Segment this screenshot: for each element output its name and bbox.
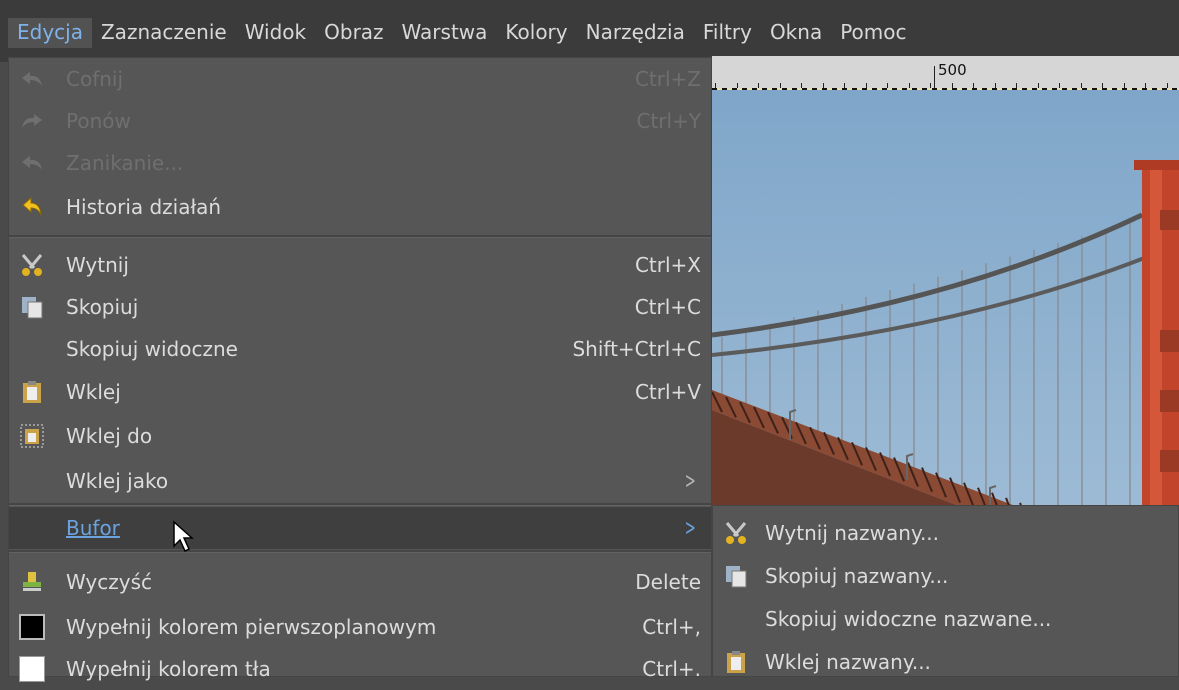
- menu-narzedzia[interactable]: Narzędzia: [577, 18, 694, 48]
- submenu-item-copy-visible-named[interactable]: Skopiuj widoczne nazwane...: [713, 598, 1178, 640]
- menu-item-clear[interactable]: Wyczyść Delete: [9, 561, 711, 603]
- menu-separator: [9, 550, 711, 553]
- menu-item-label: Wypełnij kolorem tła: [66, 657, 271, 681]
- foreground-color-swatch: [19, 614, 45, 640]
- menu-item-label: Wklej do: [66, 424, 153, 448]
- menu-item-label: Historia działań: [66, 195, 222, 219]
- menu-edycja[interactable]: Edycja: [8, 18, 92, 48]
- menu-item-label: Wytnij nazwany...: [765, 521, 940, 545]
- menu-item-label: Wytnij: [66, 253, 129, 277]
- redo-icon: [19, 108, 45, 134]
- submenu-arrow-icon: >: [684, 515, 696, 541]
- menu-item-shortcut: Ctrl+X: [634, 253, 701, 277]
- scissors-icon: [19, 252, 45, 278]
- menu-warstwa[interactable]: Warstwa: [393, 18, 497, 48]
- menu-item-fade[interactable]: Zanikanie...: [9, 142, 711, 184]
- menu-separator: [9, 503, 711, 506]
- menu-zaznaczenie[interactable]: Zaznaczenie: [92, 18, 236, 48]
- menu-item-shortcut: Ctrl+,: [642, 615, 701, 639]
- menu-item-shortcut: Ctrl+V: [634, 380, 701, 404]
- menu-item-label: Bufor: [66, 516, 120, 540]
- menu-item-shortcut: Ctrl+Z: [634, 67, 701, 91]
- menu-item-label: Skopiuj: [66, 295, 139, 319]
- menu-item-label: Skopiuj widoczne nazwane...: [765, 607, 1052, 631]
- menu-separator: [9, 235, 711, 238]
- menu-item-label: Skopiuj nazwany...: [765, 564, 949, 588]
- submenu-item-copy-named[interactable]: Skopiuj nazwany...: [713, 555, 1178, 597]
- menu-item-label: Wklej nazwany...: [765, 650, 931, 674]
- menu-item-shortcut: Ctrl+C: [634, 295, 701, 319]
- menu-item-cut[interactable]: Wytnij Ctrl+X: [9, 244, 711, 286]
- copy-icon: [19, 294, 45, 320]
- undo-icon: [19, 66, 45, 92]
- menu-obraz[interactable]: Obraz: [315, 18, 392, 48]
- menubar: Edycja Zaznaczenie Widok Obraz Warstwa K…: [0, 0, 1179, 62]
- menu-item-paste-as[interactable]: Wklej jako >: [9, 460, 711, 502]
- buffer-submenu: Wytnij nazwany... Skopiuj nazwany... Sko…: [712, 505, 1179, 677]
- menu-pomoc[interactable]: Pomoc: [831, 18, 915, 48]
- scissors-icon: [723, 520, 749, 546]
- edit-menu: Cofnij Ctrl+Z Ponów Ctrl+Y Zanikanie... …: [8, 57, 712, 682]
- submenu-item-cut-named[interactable]: Wytnij nazwany...: [713, 512, 1178, 554]
- menu-item-fill-bg[interactable]: Wypełnij kolorem tła Ctrl+.: [9, 648, 711, 690]
- fade-icon: [19, 150, 45, 176]
- horizontal-ruler[interactable]: 500: [712, 56, 1179, 90]
- ruler-label: 500: [938, 61, 967, 79]
- menu-item-label: Skopiuj widoczne: [66, 337, 238, 361]
- menu-item-shortcut: Ctrl+Y: [636, 109, 701, 133]
- menu-item-buffer[interactable]: Bufor >: [9, 507, 711, 549]
- menu-item-label: Wklej: [66, 380, 121, 404]
- menu-item-paste-into[interactable]: Wklej do: [9, 415, 711, 457]
- copy-icon: [723, 563, 749, 589]
- menu-widok[interactable]: Widok: [236, 18, 315, 48]
- menu-okna[interactable]: Okna: [761, 18, 831, 48]
- menu-item-label: Cofnij: [66, 67, 124, 91]
- clipboard-icon: [19, 379, 45, 405]
- menu-item-redo[interactable]: Ponów Ctrl+Y: [9, 100, 711, 142]
- menu-item-copy[interactable]: Skopiuj Ctrl+C: [9, 286, 711, 328]
- submenu-arrow-icon: >: [684, 468, 696, 494]
- mouse-pointer-icon: [173, 520, 194, 553]
- clipboard-icon: [723, 649, 749, 675]
- menu-item-history[interactable]: Historia działań: [9, 186, 711, 228]
- menu-item-label: Wklej jako: [66, 469, 169, 493]
- menu-filtry[interactable]: Filtry: [694, 18, 761, 48]
- menu-item-label: Ponów: [66, 109, 131, 133]
- menu-item-paste[interactable]: Wklej Ctrl+V: [9, 371, 711, 413]
- eraser-icon: [19, 569, 45, 595]
- history-icon: [19, 194, 45, 220]
- menu-item-shortcut: Ctrl+.: [642, 657, 701, 681]
- menu-item-copy-visible[interactable]: Skopiuj widoczne Shift+Ctrl+C: [9, 328, 711, 370]
- menu-item-undo[interactable]: Cofnij Ctrl+Z: [9, 58, 711, 100]
- menu-item-label: Zanikanie...: [66, 151, 184, 175]
- menu-kolory[interactable]: Kolory: [496, 18, 576, 48]
- menu-item-fill-fg[interactable]: Wypełnij kolorem pierwszoplanowym Ctrl+,: [9, 606, 711, 648]
- submenu-item-paste-named[interactable]: Wklej nazwany...: [713, 641, 1178, 683]
- menu-item-shortcut: Delete: [635, 570, 701, 594]
- background-color-swatch: [19, 656, 45, 682]
- paste-into-icon: [19, 423, 45, 449]
- menu-item-label: Wyczyść: [66, 570, 153, 594]
- menu-item-shortcut: Shift+Ctrl+C: [572, 337, 701, 361]
- menu-item-label: Wypełnij kolorem pierwszoplanowym: [66, 615, 437, 639]
